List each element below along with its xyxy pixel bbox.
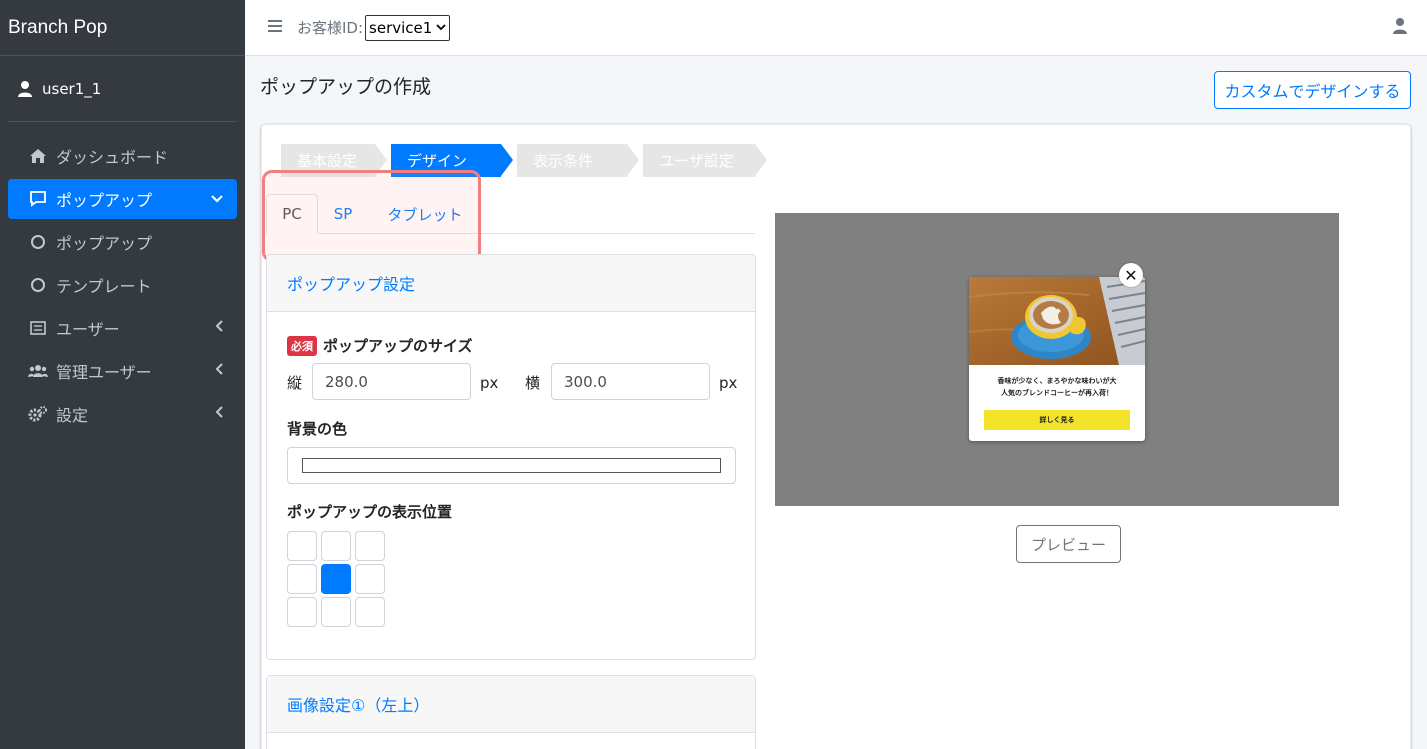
width-input[interactable]: 300.0 [551,363,710,400]
comment-icon [28,191,48,207]
sidebar-item-template[interactable]: テンプレート [8,265,237,305]
sidebar-item-users[interactable]: ユーザー [8,308,237,348]
popup-description: 香味が少なく、まろやかな味わいが大 人気のブレンドコーヒーが再入荷！ [979,375,1135,399]
sidebar-item-label: ユーザー [56,320,120,339]
chevron-left-icon [215,363,223,379]
step-display-conditions[interactable]: 表示条件 [517,144,639,177]
preview-button[interactable]: プレビュー [1016,525,1121,563]
position-bottom-left[interactable] [287,597,317,627]
width-unit: px [719,374,738,392]
chevron-left-icon [215,320,223,336]
popup-size-label-text: ポップアップのサイズ [323,337,473,355]
height-label: 縦 [287,374,303,392]
chevron-left-icon [215,406,223,422]
user-icon [18,80,32,97]
bg-color-label: 背景の色 [287,420,348,438]
position-grid [287,531,385,627]
sidebar-item-admin-users[interactable]: 管理ユーザー [8,351,237,391]
width-label: 横 [525,374,541,392]
close-icon[interactable]: ✕ [1119,263,1143,287]
sidebar-item-label: 設定 [56,406,89,425]
list-icon [28,321,48,335]
popup-detail-button[interactable]: 詳しく見る [984,410,1130,430]
page-title: ポップアップの作成 [260,76,432,98]
gears-icon [28,406,48,422]
coffee-image [969,277,1145,365]
chevron-down-icon [436,21,446,34]
popup-settings-card: ポップアップ設定 必須 ポップアップのサイズ 縦 280.0 px 横 300.… [266,254,756,660]
step-design[interactable]: デザイン [391,144,513,177]
step-basic-settings[interactable]: 基本設定 [281,144,387,177]
customer-id-value: service1 [369,18,433,37]
position-middle-right[interactable] [355,564,385,594]
hamburger-menu-icon[interactable] [267,17,283,38]
customer-id-select[interactable]: service1 [365,14,451,41]
sidebar-item-label: ポップアップ [56,234,153,253]
popup-description-line1: 香味が少なく、まろやかな味わいが大 [997,377,1117,385]
custom-design-button[interactable]: カスタムでデザインする [1214,71,1411,109]
image-settings-card: 画像設定①（左上） [266,675,756,749]
position-top-center[interactable] [321,531,351,561]
brand-logo[interactable]: Branch Pop [0,0,245,56]
top-navbar: お客様ID: service1 [245,0,1427,56]
popup-preview: 香味が少なく、まろやかな味わいが大 人気のブレンドコーヒーが再入荷！ 詳しく見る… [969,263,1145,441]
tab-sp[interactable]: SP [325,194,361,234]
home-icon [28,148,48,164]
position-bottom-center[interactable] [321,597,351,627]
sidebar-item-label: ダッシュボード [56,148,169,167]
position-middle-left[interactable] [287,564,317,594]
tab-tablet[interactable]: タブレット [375,194,475,234]
users-icon [28,364,48,378]
sidebar-nav: ダッシュボード ポップアップ ポップアップ テンプレート ユーザー 管理ユーザー… [0,122,245,434]
sidebar-item-popup-group[interactable]: ポップアップ [8,179,237,219]
preview-canvas: 香味が少なく、まろやかな味わいが大 人気のブレンドコーヒーが再入荷！ 詳しく見る… [775,213,1339,506]
chevron-down-icon [211,191,223,207]
position-top-right[interactable] [355,531,385,561]
position-top-left[interactable] [287,531,317,561]
image-settings-header[interactable]: 画像設定①（左上） [267,676,755,733]
sidebar-item-dashboard[interactable]: ダッシュボード [8,136,237,176]
popup-size-label: 必須 ポップアップのサイズ [287,335,473,356]
bg-color-picker[interactable] [287,447,736,484]
position-bottom-right[interactable] [355,597,385,627]
tab-pc[interactable]: PC [266,194,318,234]
circle-icon [28,235,48,249]
sidebar-item-popup[interactable]: ポップアップ [8,222,237,262]
sidebar-item-label: 管理ユーザー [56,363,152,382]
sidebar: Branch Pop user1_1 ダッシュボード ポップアップ ポップアップ [0,0,245,749]
popup-description-line2: 人気のブレンドコーヒーが再入荷！ [1001,389,1113,397]
sidebar-item-settings[interactable]: 設定 [8,394,237,434]
sidebar-item-label: ポップアップ [56,191,153,210]
user-name: user1_1 [42,79,102,98]
user-menu-icon[interactable] [1393,18,1407,38]
position-middle-center[interactable] [321,564,351,594]
bg-color-swatch [302,458,721,473]
position-label: ポップアップの表示位置 [287,503,453,521]
step-progress: 基本設定 デザイン 表示条件 ユーザ設定 [281,144,771,177]
circle-icon [28,278,48,292]
customer-id-label: お客様ID: [297,19,364,37]
height-unit: px [480,374,499,392]
sidebar-item-label: テンプレート [56,277,152,296]
user-panel[interactable]: user1_1 [8,56,237,122]
required-badge: 必須 [287,335,317,356]
step-user-settings[interactable]: ユーザ設定 [643,144,767,177]
popup-settings-header[interactable]: ポップアップ設定 [267,255,755,312]
height-input[interactable]: 280.0 [312,363,471,400]
